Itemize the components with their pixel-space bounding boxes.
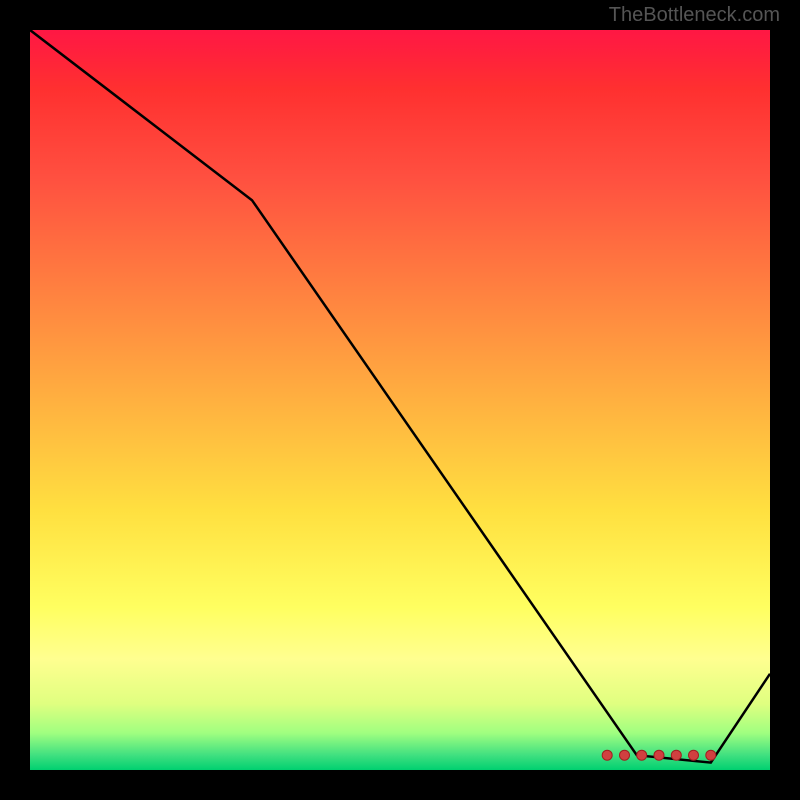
chart-plot-area xyxy=(30,30,770,770)
data-marker xyxy=(689,750,699,760)
data-marker xyxy=(602,750,612,760)
data-marker xyxy=(706,750,716,760)
data-marker xyxy=(654,750,664,760)
watermark-text: TheBottleneck.com xyxy=(609,4,780,27)
data-marker xyxy=(620,750,630,760)
data-marker xyxy=(671,750,681,760)
data-marker xyxy=(637,750,647,760)
marker-group xyxy=(602,750,716,760)
chart-svg xyxy=(30,30,770,770)
data-line xyxy=(30,30,770,763)
